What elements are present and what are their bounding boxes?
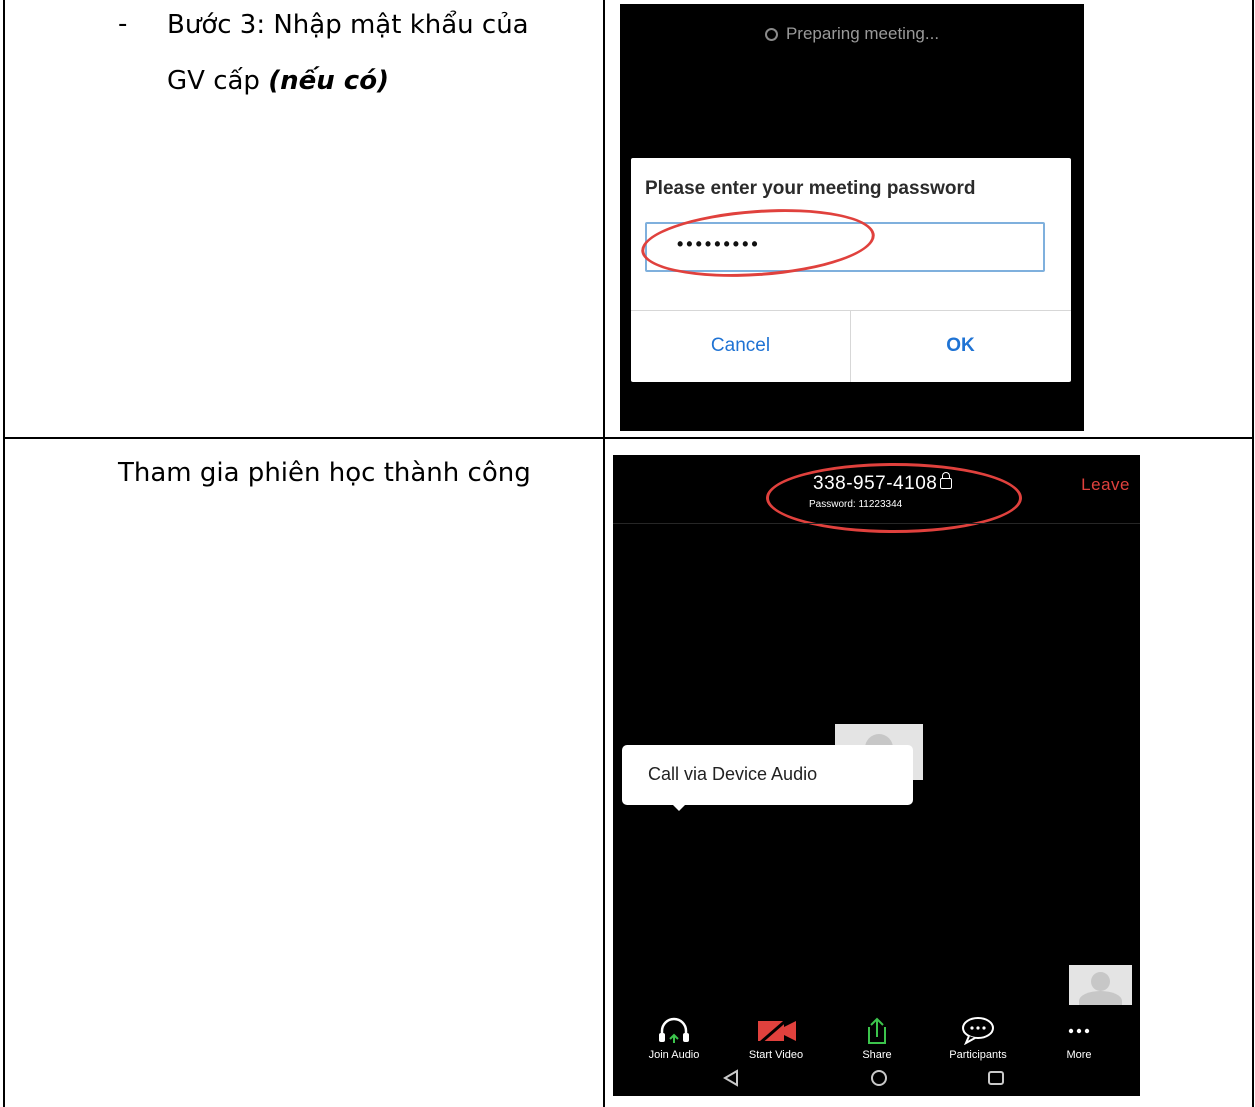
share-label: Share xyxy=(862,1049,892,1061)
share-icon xyxy=(868,1017,886,1044)
ok-button[interactable]: OK xyxy=(851,310,1070,382)
join-audio-label: Join Audio xyxy=(648,1049,700,1061)
recents-icon[interactable] xyxy=(986,1069,1006,1087)
cancel-button[interactable]: Cancel xyxy=(631,310,850,382)
avatar-body xyxy=(1079,991,1122,1005)
preparing-text: Preparing meeting... xyxy=(785,24,940,43)
dialog-title: Please enter your meeting password xyxy=(645,178,976,199)
more-icon xyxy=(1068,1028,1090,1034)
meeting-password: Password: 11223344 xyxy=(809,499,903,510)
password-dialog: Please enter your meeting password •••••… xyxy=(631,158,1071,382)
participants-label: Participants xyxy=(949,1049,1007,1061)
table-row-divider xyxy=(3,437,1254,439)
step-3-line-1: Bước 3: Nhập mật khẩu của xyxy=(167,10,529,40)
avatar-head xyxy=(1091,972,1110,991)
more-button[interactable] xyxy=(1029,1015,1129,1050)
participants-button[interactable] xyxy=(928,1015,1028,1050)
password-screen: Preparing meeting... Please enter your m… xyxy=(620,4,1084,431)
more-label: More xyxy=(1066,1049,1092,1061)
headphones-icon xyxy=(659,1017,689,1043)
home-icon[interactable] xyxy=(869,1069,889,1087)
preparing-status: Preparing meeting... xyxy=(620,24,1084,44)
header-divider xyxy=(613,523,1140,524)
start-video-button[interactable] xyxy=(726,1015,826,1050)
step-3-emphasis: (nếu có) xyxy=(268,66,389,96)
meeting-id-text: 338-957-4108 xyxy=(813,473,938,494)
self-video-thumbnail[interactable] xyxy=(1069,965,1132,1005)
leave-button[interactable]: Leave xyxy=(1081,475,1130,495)
video-off-icon xyxy=(758,1015,796,1045)
step-3-prefix: GV cấp xyxy=(167,66,269,96)
table-border-middle xyxy=(603,0,605,1107)
share-button[interactable] xyxy=(827,1015,927,1050)
lock-icon xyxy=(940,472,953,489)
table-border-left xyxy=(3,0,5,1107)
meeting-id: 338-957-4108 xyxy=(813,472,953,495)
meeting-screen: 338-957-4108 Password: 11223344 Leave Ca… xyxy=(613,455,1140,1096)
audio-tooltip[interactable]: Call via Device Audio xyxy=(622,745,913,805)
success-text: Tham gia phiên học thành công xyxy=(118,458,531,488)
chat-bubble-icon xyxy=(962,1017,994,1046)
loading-spinner-icon xyxy=(764,28,778,41)
start-video-label: Start Video xyxy=(748,1049,804,1061)
tooltip-arrow xyxy=(671,803,687,811)
tooltip-text: Call via Device Audio xyxy=(648,764,818,784)
back-icon[interactable] xyxy=(721,1069,741,1087)
list-dash: - xyxy=(118,9,128,39)
join-audio-button[interactable] xyxy=(624,1015,724,1050)
table-border-right xyxy=(1252,0,1254,1107)
step-3-line-2: GV cấp (nếu có) xyxy=(167,53,389,109)
